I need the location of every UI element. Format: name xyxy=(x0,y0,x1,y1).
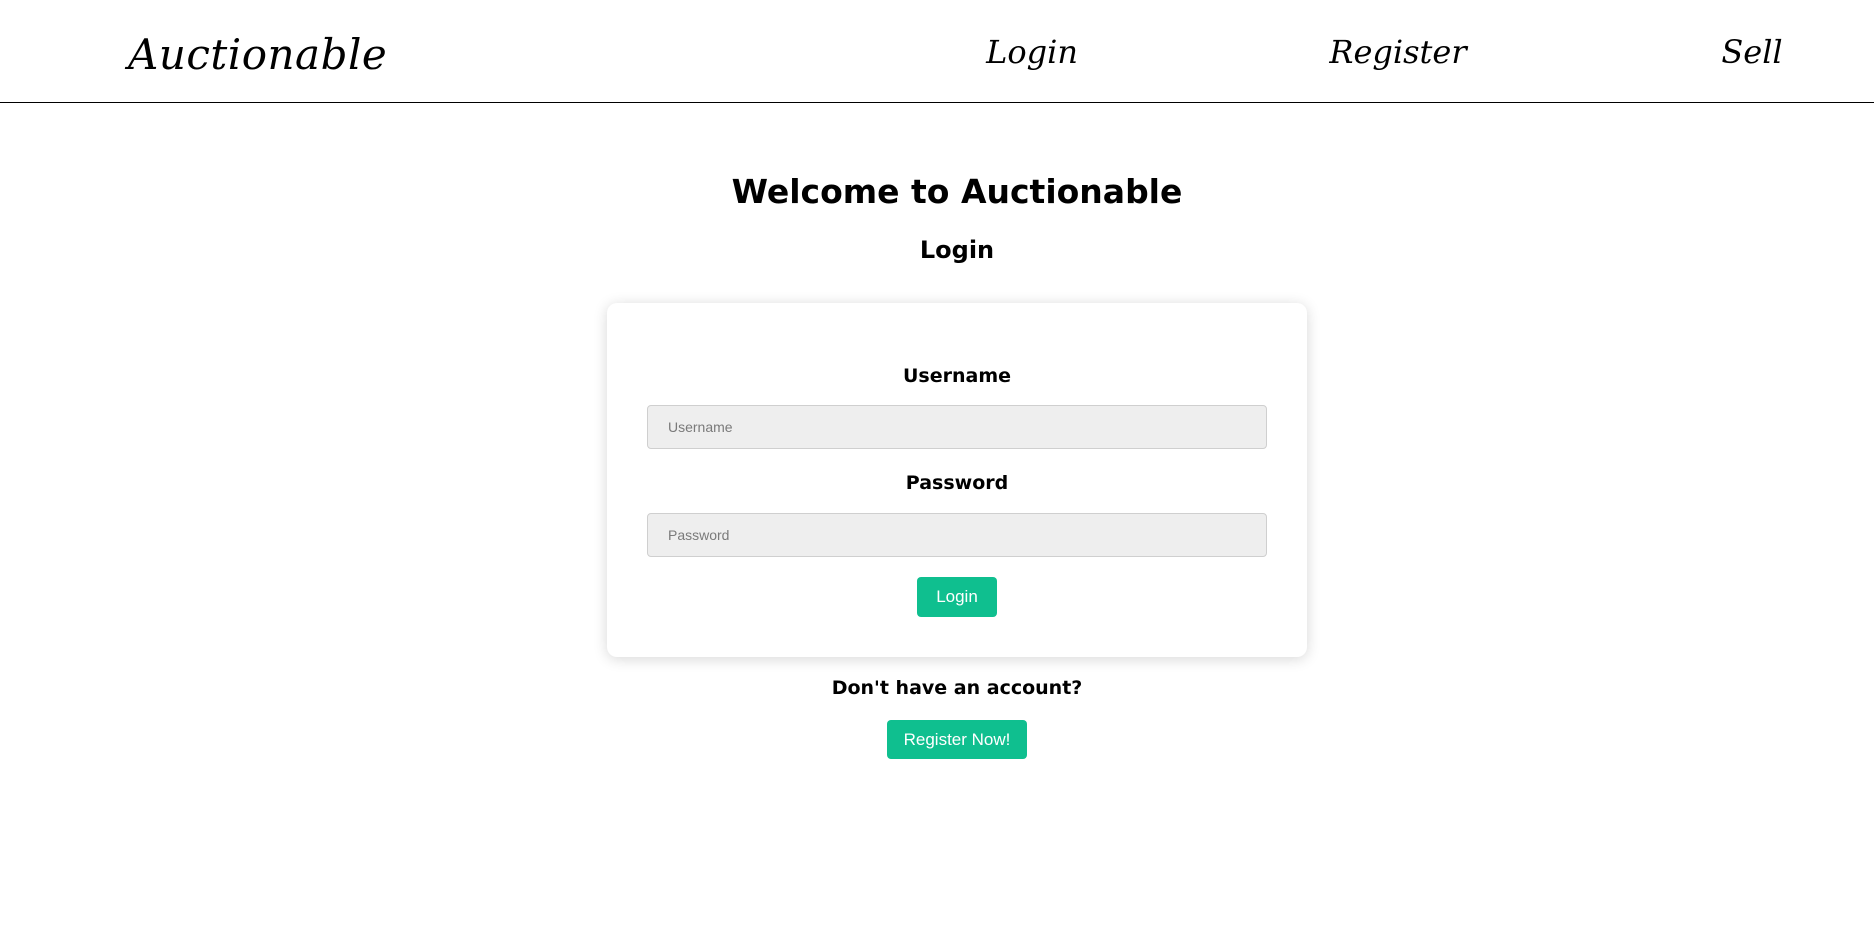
no-account-prompt: Don't have an account? xyxy=(831,677,1083,699)
password-label: Password xyxy=(905,472,1009,494)
brand-logo[interactable]: Auctionable xyxy=(128,30,387,80)
nav-link-sell[interactable]: Sell xyxy=(1721,32,1782,72)
navbar: Auctionable Login Register Sell xyxy=(0,0,1874,103)
username-input[interactable] xyxy=(647,405,1267,449)
page-title: Welcome to Auctionable xyxy=(731,172,1183,211)
login-button[interactable]: Login xyxy=(917,577,997,617)
login-form-card: Username Password Login xyxy=(607,303,1307,657)
page-subtitle: Login xyxy=(919,236,995,264)
register-now-button[interactable]: Register Now! xyxy=(887,720,1027,759)
password-input[interactable] xyxy=(647,513,1267,557)
nav-link-login[interactable]: Login xyxy=(986,32,1078,72)
nav-link-register[interactable]: Register xyxy=(1329,32,1466,72)
username-label: Username xyxy=(902,365,1012,387)
